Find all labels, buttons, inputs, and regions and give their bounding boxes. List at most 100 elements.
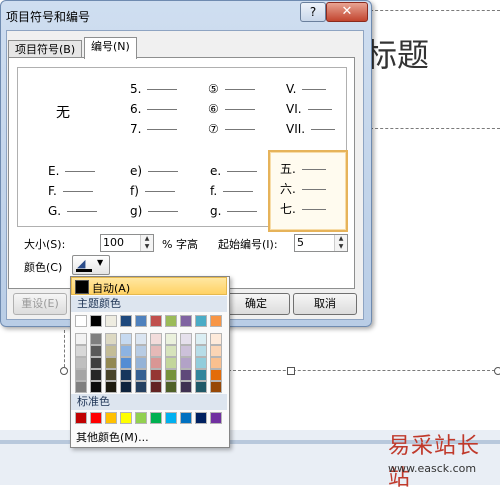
- color-swatch[interactable]: [165, 369, 177, 381]
- color-swatch[interactable]: [150, 412, 162, 424]
- color-swatch[interactable]: [195, 357, 207, 369]
- color-swatch[interactable]: [180, 412, 192, 424]
- color-swatch[interactable]: [90, 412, 102, 424]
- color-swatch[interactable]: [165, 345, 177, 357]
- color-swatch[interactable]: [75, 381, 87, 393]
- color-swatch[interactable]: [210, 381, 222, 393]
- color-swatch[interactable]: [150, 345, 162, 357]
- color-swatch[interactable]: [75, 369, 87, 381]
- color-swatch[interactable]: [180, 357, 192, 369]
- color-swatch[interactable]: [105, 381, 117, 393]
- color-swatch[interactable]: [75, 315, 87, 327]
- color-swatch[interactable]: [210, 369, 222, 381]
- color-swatch[interactable]: [210, 345, 222, 357]
- color-swatch[interactable]: [135, 357, 147, 369]
- color-swatch[interactable]: [75, 357, 87, 369]
- numbering-option-none[interactable]: 无: [18, 68, 98, 146]
- spinner-arrows-icon[interactable]: ▲ ▼: [140, 235, 153, 251]
- color-swatch[interactable]: [120, 381, 132, 393]
- numbering-option-lower-alpha-paren[interactable]: e) f) g): [130, 162, 210, 240]
- numbering-sample: e): [130, 164, 143, 178]
- chevron-down-icon: ▼: [97, 258, 104, 267]
- numbering-sample: 7.: [130, 122, 142, 136]
- color-swatch[interactable]: [135, 333, 147, 345]
- color-swatch[interactable]: [105, 315, 117, 327]
- color-swatch[interactable]: [165, 381, 177, 393]
- color-swatch[interactable]: [90, 345, 102, 357]
- color-swatch[interactable]: [120, 412, 132, 424]
- color-swatch[interactable]: [210, 333, 222, 345]
- color-swatch[interactable]: [90, 357, 102, 369]
- numbering-option-upper-alpha[interactable]: E. F. G.: [48, 162, 128, 240]
- color-label: 颜色(C): [24, 261, 63, 274]
- color-swatch[interactable]: [120, 333, 132, 345]
- color-swatch[interactable]: [75, 412, 87, 424]
- numbering-option-chinese-selected[interactable]: 五. 六. 七.: [268, 150, 348, 232]
- start-number-spinner[interactable]: 5 ▲ ▼: [294, 234, 348, 252]
- tab-numbering[interactable]: 编号(N): [84, 37, 137, 59]
- color-swatch[interactable]: [135, 345, 147, 357]
- color-swatch[interactable]: [135, 412, 147, 424]
- color-swatch[interactable]: [90, 369, 102, 381]
- color-swatch[interactable]: [135, 369, 147, 381]
- color-swatch[interactable]: [165, 333, 177, 345]
- color-swatch[interactable]: [150, 381, 162, 393]
- color-swatch[interactable]: [135, 315, 147, 327]
- color-swatch[interactable]: [210, 315, 222, 327]
- spinner-arrows-icon[interactable]: ▲ ▼: [334, 235, 347, 251]
- color-swatch[interactable]: [120, 357, 132, 369]
- color-swatch[interactable]: [180, 369, 192, 381]
- color-swatch[interactable]: [150, 315, 162, 327]
- resize-handle[interactable]: [60, 367, 68, 375]
- color-picker-button[interactable]: ◢ ▼: [72, 255, 110, 275]
- color-swatch[interactable]: [120, 315, 132, 327]
- color-swatch[interactable]: [165, 412, 177, 424]
- color-swatch[interactable]: [195, 369, 207, 381]
- color-swatch[interactable]: [150, 357, 162, 369]
- color-swatch[interactable]: [90, 315, 102, 327]
- more-colors-option[interactable]: 其他颜色(M)...: [76, 429, 149, 445]
- color-swatch[interactable]: [150, 333, 162, 345]
- color-swatch[interactable]: [195, 345, 207, 357]
- color-swatch[interactable]: [105, 357, 117, 369]
- color-swatch[interactable]: [195, 412, 207, 424]
- color-swatch[interactable]: [195, 315, 207, 327]
- reset-button[interactable]: 重设(E): [13, 293, 67, 315]
- help-button[interactable]: ?: [300, 2, 326, 22]
- resize-handle[interactable]: [287, 367, 295, 375]
- color-swatch[interactable]: [75, 345, 87, 357]
- color-swatch[interactable]: [210, 412, 222, 424]
- color-swatch[interactable]: [180, 381, 192, 393]
- numbering-option-arabic[interactable]: 5. 6. 7.: [130, 80, 210, 158]
- color-swatch[interactable]: [180, 333, 192, 345]
- color-swatch[interactable]: [105, 333, 117, 345]
- resize-handle[interactable]: [494, 367, 500, 375]
- slide-title-text[interactable]: 标题: [365, 30, 429, 76]
- color-swatch[interactable]: [165, 315, 177, 327]
- color-swatch[interactable]: [90, 381, 102, 393]
- close-button[interactable]: ✕: [326, 2, 368, 22]
- numbering-sample: g.: [210, 204, 222, 218]
- color-swatch[interactable]: [120, 345, 132, 357]
- color-swatch[interactable]: [105, 345, 117, 357]
- ok-button[interactable]: 确定: [222, 293, 290, 315]
- numbering-sample: 六.: [280, 182, 296, 196]
- cancel-button[interactable]: 取消: [293, 293, 357, 315]
- color-swatch[interactable]: [105, 412, 117, 424]
- numbering-option-circled[interactable]: ⑤ ⑥ ⑦: [208, 80, 288, 158]
- numbering-option-roman[interactable]: V. VI. VII.: [286, 80, 366, 158]
- color-swatch[interactable]: [195, 333, 207, 345]
- color-swatch[interactable]: [210, 357, 222, 369]
- color-swatch[interactable]: [195, 381, 207, 393]
- color-swatch[interactable]: [120, 369, 132, 381]
- color-swatch[interactable]: [90, 333, 102, 345]
- color-swatch[interactable]: [105, 369, 117, 381]
- color-swatch[interactable]: [135, 381, 147, 393]
- size-spinner[interactable]: 100 ▲ ▼: [100, 234, 154, 252]
- color-swatch[interactable]: [165, 357, 177, 369]
- numbering-sample: ⑦: [208, 122, 219, 136]
- color-swatch[interactable]: [180, 345, 192, 357]
- color-swatch[interactable]: [75, 333, 87, 345]
- color-swatch[interactable]: [180, 315, 192, 327]
- color-swatch[interactable]: [150, 369, 162, 381]
